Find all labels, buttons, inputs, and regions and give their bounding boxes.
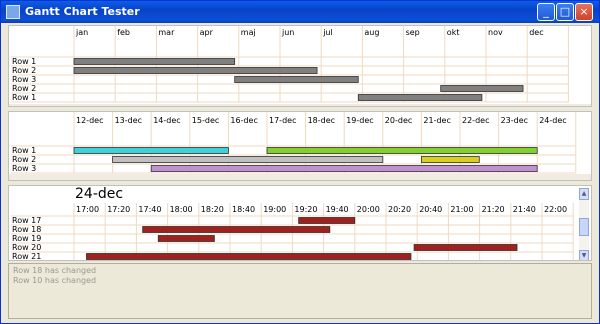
timeline-header-label: 19:00 (263, 205, 286, 214)
row-label: Row 17 (12, 216, 41, 225)
timeline-header-label: dec (529, 28, 543, 37)
timeline-header-label: 23-dec (501, 116, 528, 125)
vertical-scrollbar[interactable]: ▲ ▼ (579, 188, 589, 260)
timeline-header-label: 17:20 (107, 205, 130, 214)
timeline-header-label: 18:00 (170, 205, 193, 214)
row-label: Row 18 (12, 225, 41, 234)
scroll-down-icon[interactable]: ▼ (579, 250, 589, 260)
gantt-bar (440, 85, 524, 92)
maximize-button[interactable]: □ (556, 3, 574, 21)
main-window: Gantt Chart Tester _ □ × jan feb mar apr maj… (0, 0, 600, 324)
timeline-header-label: 15-dec (192, 116, 219, 125)
minimize-button[interactable]: _ (537, 3, 555, 21)
timeline-header-label: 17:40 (138, 205, 161, 214)
row-label: Row 21 (12, 252, 41, 261)
gantt-chart-days-canvas: 12-dec 13-dec 14-dec 15-dec 16-dec 17-dec 18-d… (9, 112, 591, 180)
timeline-header-label: nov (488, 28, 503, 37)
timeline-header-label: maj (241, 28, 256, 37)
timeline-header-label: 18:40 (232, 205, 255, 214)
timeline-header-label: 13-dec (115, 116, 142, 125)
gantt-chart-days[interactable]: 12-dec 13-dec 14-dec 15-dec 16-dec 17-dec 18-d… (8, 111, 592, 181)
gantt-bar (266, 147, 538, 154)
timeline-header-label: 16-dec (230, 116, 257, 125)
gantt-bar (298, 217, 356, 224)
gantt-bar (413, 244, 518, 251)
row-label: Row 3 (12, 164, 36, 173)
timeline-header-label: 19:40 (326, 205, 349, 214)
timeline-header-label: 22:00 (544, 205, 567, 214)
chart-footer-band (9, 174, 591, 180)
gantt-chart-months-canvas: jan feb mar apr maj jun jul aug sep okt nov dec Row … (9, 26, 591, 106)
row-label: Row 20 (12, 243, 41, 252)
close-button[interactable]: × (575, 3, 593, 21)
chart-footer-band (9, 104, 591, 106)
timeline-header-label: 20:40 (419, 205, 442, 214)
gantt-bar (73, 58, 236, 65)
gantt-bar (157, 235, 215, 242)
row-label: Row 19 (12, 234, 41, 243)
title-bar[interactable]: Gantt Chart Tester _ □ × (1, 1, 599, 23)
timeline-header-label: mar (158, 28, 175, 37)
timeline-header-label: jan (75, 28, 88, 37)
gantt-bar (420, 156, 480, 163)
row-label: Row 2 (12, 84, 36, 93)
timeline-header-label: 21-dec (423, 116, 450, 125)
timeline-header-label: jul (322, 28, 333, 37)
timeline-header-label: 22-dec (462, 116, 489, 125)
gantt-chart-months[interactable]: jan feb mar apr maj jun jul aug sep okt nov dec Row … (8, 25, 592, 107)
gantt-bar (73, 147, 229, 154)
timeline-header-label: 24-dec (539, 116, 566, 125)
row-label: Row 2 (12, 66, 36, 75)
timeline-header-label: 17:00 (76, 205, 99, 214)
gantt-bar (150, 165, 538, 172)
timeline-header-label: 21:40 (513, 205, 536, 214)
scroll-thumb[interactable] (579, 218, 589, 236)
timeline-header-label: jun (281, 28, 294, 37)
row-label: Row 1 (12, 146, 36, 155)
timeline-header-label: 20:00 (357, 205, 380, 214)
timeline-header-label: apr (200, 28, 214, 37)
timeline-header-label: 21:00 (450, 205, 473, 214)
gantt-bar (142, 226, 331, 233)
timeline-header-label: 12-dec (76, 116, 103, 125)
timeline-header-label: sep (406, 28, 420, 37)
timeline-header-label: okt (447, 28, 460, 37)
gantt-bar (112, 156, 384, 163)
timeline-header-label: 17-dec (269, 116, 296, 125)
timeline-header-label: 19:20 (294, 205, 317, 214)
gantt-bar (86, 253, 412, 260)
gantt-bar (234, 76, 359, 83)
log-textbox[interactable]: Row 18 has changed Row 10 has changed (8, 263, 592, 319)
row-label: Row 2 (12, 155, 36, 164)
timeline-header-label: aug (364, 28, 379, 37)
app-icon (6, 5, 20, 19)
gantt-bar (357, 94, 483, 101)
row-label: Row 1 (12, 57, 36, 66)
timeline-header-label: 18-dec (308, 116, 335, 125)
timeline-header-label: 14-dec (153, 116, 180, 125)
timeline-header-label: 20:20 (388, 205, 411, 214)
row-label: Row 1 (12, 93, 36, 102)
timeline-header-label: feb (117, 28, 130, 37)
log-line: Row 18 has changed (13, 266, 97, 275)
current-date-label: 24-dec (75, 186, 123, 202)
scroll-up-icon[interactable]: ▲ (579, 188, 589, 200)
timeline-header-label: 19-dec (346, 116, 373, 125)
timeline-header-label: 20-dec (385, 116, 412, 125)
log-line: Row 10 has changed (13, 276, 97, 285)
window-title: Gantt Chart Tester (25, 5, 140, 18)
timeline-header-label: 18:20 (201, 205, 224, 214)
row-label: Row 3 (12, 75, 36, 84)
timeline-header-label: 21:20 (482, 205, 505, 214)
gantt-chart-hours[interactable]: 24-dec 17:00 17:20 17:40 18:00 18:20 18:40 19:0… (8, 185, 592, 261)
gantt-bar (73, 67, 318, 74)
gantt-chart-hours-canvas: 24-dec 17:00 17:20 17:40 18:00 18:20 18:40 19:0… (11, 186, 574, 261)
